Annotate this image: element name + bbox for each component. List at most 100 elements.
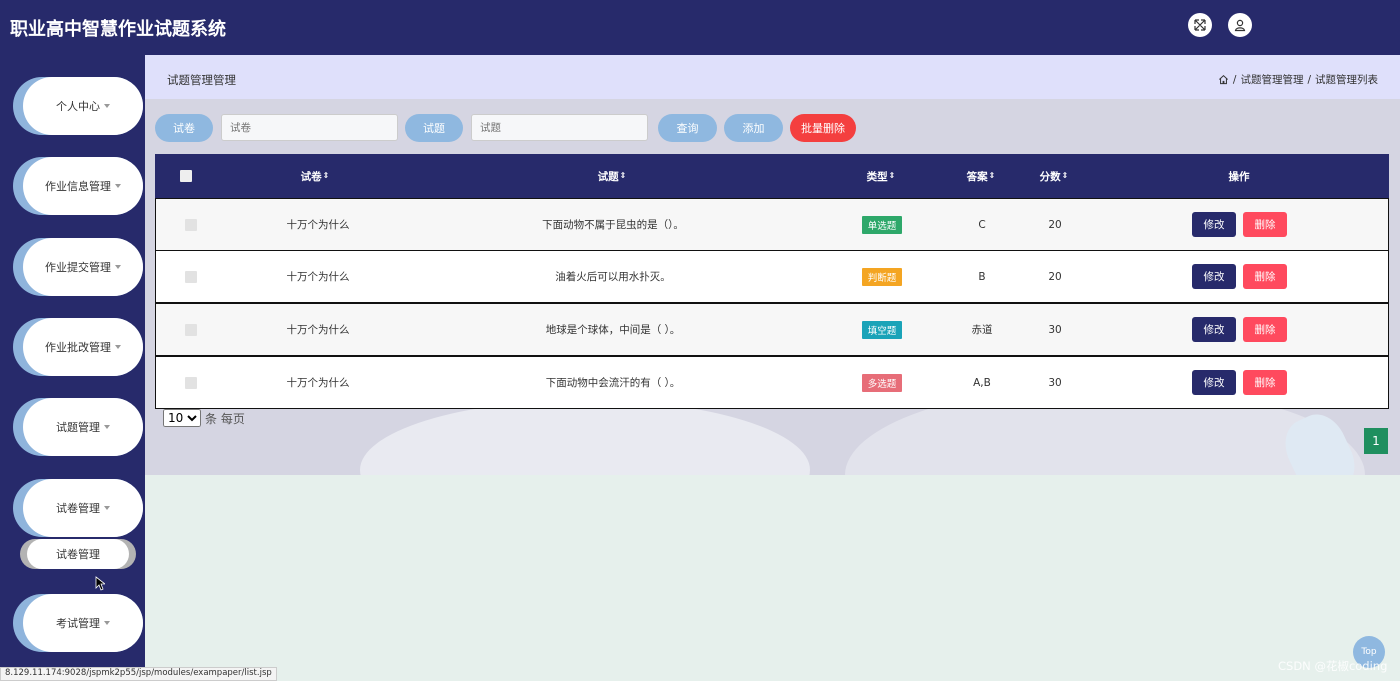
cell-score: 30: [1048, 376, 1062, 389]
cell-type: 判断题: [842, 251, 922, 302]
breadcrumb: / 试题管理管理 / 试题管理列表: [1218, 72, 1378, 87]
table-row: 十万个为什么 油着火后可以用水扑灭。 判断题 B 20 修改 删除: [155, 250, 1389, 303]
sidebar-item-homework-grading[interactable]: 作业批改管理: [13, 318, 143, 376]
page-size-label: 条 每页: [205, 411, 245, 426]
caret-down-icon: [115, 265, 121, 269]
sort-icon: ⇕: [1061, 171, 1069, 180]
column-header-label: 答案: [966, 170, 988, 183]
delete-button[interactable]: 删除: [1243, 370, 1287, 395]
select-all-checkbox[interactable]: [180, 170, 192, 182]
cell-type: 多选题: [842, 357, 922, 408]
sidebar-item-label: 作业信息管理: [45, 180, 111, 193]
breadcrumb-separator: /: [1307, 73, 1311, 86]
home-icon[interactable]: [1218, 74, 1229, 85]
column-header-paper[interactable]: 试卷 ⇕: [275, 154, 355, 198]
paper-search-input[interactable]: [221, 114, 398, 141]
column-header-score[interactable]: 分数 ⇕: [1014, 154, 1094, 198]
paper-filter-label: 试卷: [155, 114, 213, 142]
column-header-label: 操作: [1228, 170, 1250, 183]
sidebar-item-label: 作业批改管理: [45, 341, 111, 354]
table-row: 十万个为什么 地球是个球体，中间是（ ）。 填空题 赤道 30 修改 删除: [155, 303, 1389, 356]
column-header-label: 试卷: [300, 170, 322, 183]
page-title: 试题管理管理: [167, 73, 236, 87]
cell-paper: 十万个为什么: [286, 219, 350, 231]
row-checkbox-cell: [181, 251, 201, 302]
table-header: 试卷 ⇕ 试题 ⇕ 类型 ⇕ 答案 ⇕ 分数 ⇕ 操作: [155, 154, 1389, 198]
top-bar: 职业高中智慧作业试题系统: [0, 0, 1400, 55]
user-menu-button[interactable]: [1228, 13, 1252, 37]
cell-score: 20: [1048, 218, 1062, 231]
sort-icon: ⇕: [322, 171, 330, 180]
sidebar-item-exam-management[interactable]: 考试管理: [13, 594, 143, 652]
delete-button[interactable]: 删除: [1243, 212, 1287, 237]
sidebar-item-homework-info[interactable]: 作业信息管理: [13, 157, 143, 215]
caret-down-icon: [104, 425, 110, 429]
select-all-checkbox-cell: [180, 154, 192, 198]
cell-paper: 十万个为什么: [286, 377, 350, 389]
column-header-label: 类型: [866, 170, 888, 183]
sort-icon: ⇕: [888, 171, 896, 180]
sort-icon: ⇕: [619, 171, 627, 180]
batch-delete-button[interactable]: 批量删除: [790, 114, 856, 142]
row-checkbox-cell: [181, 304, 201, 355]
caret-down-icon: [115, 184, 121, 188]
edit-button[interactable]: 修改: [1192, 264, 1236, 289]
edit-button[interactable]: 修改: [1192, 317, 1236, 342]
sidebar-item-personal-center[interactable]: 个人中心: [13, 77, 143, 135]
cell-answer: A,B: [973, 376, 991, 389]
column-header-question[interactable]: 试题 ⇕: [572, 154, 652, 198]
cell-type: 填空题: [842, 304, 922, 355]
column-header-answer[interactable]: 答案 ⇕: [941, 154, 1021, 198]
question-search-input[interactable]: [471, 114, 648, 141]
column-header-type[interactable]: 类型 ⇕: [841, 154, 921, 198]
column-header-label: 试题: [597, 170, 619, 183]
breadcrumb-item[interactable]: 试题管理管理: [1240, 72, 1303, 87]
sidebar-item-homework-submit[interactable]: 作业提交管理: [13, 238, 143, 296]
cell-type: 单选题: [842, 199, 922, 250]
edit-button[interactable]: 修改: [1192, 370, 1236, 395]
cell-question: 油着火后可以用水扑灭。: [555, 271, 671, 283]
column-header-label: 分数: [1039, 170, 1061, 183]
app-title: 职业高中智慧作业试题系统: [10, 19, 226, 40]
sidebar-item-label: 试题管理: [56, 421, 100, 434]
edit-button[interactable]: 修改: [1192, 212, 1236, 237]
caret-down-icon: [104, 506, 110, 510]
caret-down-icon: [115, 345, 121, 349]
main-content: 试题管理管理 / 试题管理管理 / 试题管理列表 试卷 试题 查询 添加 批量删…: [145, 55, 1400, 679]
row-checkbox[interactable]: [185, 323, 197, 336]
row-checkbox[interactable]: [185, 376, 197, 389]
fullscreen-button[interactable]: [1188, 13, 1212, 37]
delete-button[interactable]: 删除: [1243, 317, 1287, 342]
add-button[interactable]: 添加: [724, 114, 783, 142]
background-ground: [145, 475, 1400, 679]
table-row: 十万个为什么 下面动物不属于昆虫的是（）。 单选题 C 20 修改 删除: [155, 198, 1389, 251]
sort-icon: ⇕: [988, 171, 996, 180]
submenu-item-label: 试卷管理: [27, 539, 129, 569]
row-checkbox[interactable]: [185, 270, 197, 283]
type-badge: 多选题: [861, 373, 903, 392]
sidebar-item-question-management[interactable]: 试题管理: [13, 398, 143, 456]
row-checkbox[interactable]: [185, 218, 197, 231]
delete-button[interactable]: 删除: [1243, 264, 1287, 289]
column-header-actions: 操作: [1199, 154, 1279, 198]
page-size-select[interactable]: 10: [163, 409, 201, 427]
cell-paper: 十万个为什么: [286, 271, 350, 283]
query-button[interactable]: 查询: [658, 114, 717, 142]
row-checkbox-cell: [181, 357, 201, 408]
cell-answer: B: [978, 270, 986, 283]
question-filter-label: 试题: [405, 114, 463, 142]
caret-down-icon: [104, 104, 110, 108]
page-number-button[interactable]: 1: [1364, 428, 1388, 454]
user-icon: [1234, 19, 1246, 32]
expand-arrows-icon: [1194, 19, 1206, 31]
watermark: CSDN @花椒coding: [1278, 659, 1388, 673]
sidebar-item-label: 作业提交管理: [45, 261, 111, 274]
cell-score: 20: [1048, 270, 1062, 283]
sidebar-item-label: 个人中心: [56, 100, 100, 113]
type-badge: 判断题: [861, 267, 903, 286]
cell-question: 地球是个球体，中间是（ ）。: [545, 324, 681, 336]
sidebar: 个人中心 作业信息管理 作业提交管理 作业批改管理 试题管理 试卷管理 试卷管理…: [0, 55, 145, 679]
cell-paper: 十万个为什么: [286, 324, 350, 336]
sidebar-item-paper-management[interactable]: 试卷管理: [13, 479, 143, 537]
submenu-item-paper-management[interactable]: 试卷管理: [20, 539, 136, 569]
